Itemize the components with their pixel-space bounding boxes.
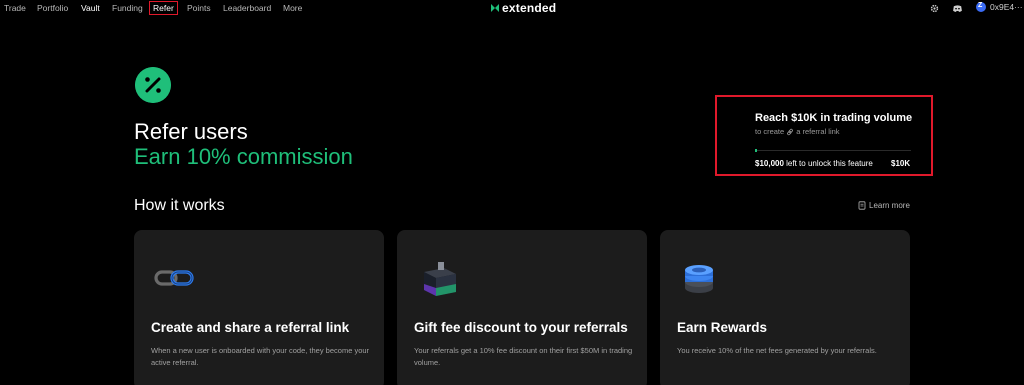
logo-text: extended	[502, 1, 557, 15]
card-title: Gift fee discount to your referrals	[414, 320, 628, 335]
discord-icon[interactable]	[952, 3, 963, 14]
wallet-address: 0x9E4···	[990, 2, 1023, 12]
progress-track	[755, 150, 911, 151]
progress-title: Reach $10K in trading volume	[755, 112, 913, 124]
nav-funding[interactable]: Funding	[112, 3, 143, 13]
card-title: Create and share a referral link	[151, 320, 350, 335]
progress-remaining-text: left to unlock this feature	[786, 159, 873, 168]
progress-target: $10K	[891, 159, 911, 168]
nav-vault[interactable]: Vault	[81, 3, 100, 13]
card-description: You receive 10% of the net fees generate…	[677, 346, 877, 355]
page-title: Refer users	[134, 119, 248, 144]
top-nav: Trade Portfolio Vault Funding Refer Poin…	[0, 0, 1024, 17]
nav-more[interactable]: More	[283, 3, 302, 13]
nav-leaderboard[interactable]: Leaderboard	[223, 3, 271, 13]
step-card-earn-rewards: Earn Rewards You receive 10% of the net …	[660, 230, 910, 385]
learn-more-link[interactable]: Learn more	[858, 201, 910, 210]
progress-subtitle-prefix: to create	[755, 127, 785, 136]
nav-portfolio[interactable]: Portfolio	[37, 3, 68, 13]
page-subtitle: Earn 10% commission	[134, 144, 353, 169]
wallet-avatar	[976, 2, 986, 12]
progress-subtitle: to create a referral link	[755, 127, 840, 136]
nav-points[interactable]: Points	[187, 3, 211, 13]
progress-marker	[755, 149, 757, 152]
wallet-button[interactable]: 0x9E4···	[976, 2, 1023, 12]
logo[interactable]: extended	[491, 1, 556, 15]
document-icon	[858, 201, 866, 210]
progress-subtitle-suffix: a referral link	[796, 127, 840, 136]
step-card-gift-discount: Gift fee discount to your referrals Your…	[397, 230, 647, 385]
progress-remaining-amount: $10,000	[755, 159, 784, 168]
learn-more-label: Learn more	[869, 201, 910, 210]
link-icon	[787, 128, 794, 135]
logo-mark-icon	[491, 4, 499, 12]
settings-gear-icon[interactable]	[929, 3, 940, 14]
volume-progress-card: Reach $10K in trading volume to create a…	[715, 95, 933, 176]
coin-stack-icon	[685, 265, 713, 293]
card-description: When a new user is onboarded with your c…	[151, 346, 370, 367]
card-description: Your referrals get a 10% fee discount on…	[414, 346, 633, 367]
percent-badge-icon	[135, 67, 171, 103]
chain-link-icon	[154, 270, 194, 286]
section-title: How it works	[134, 197, 225, 214]
card-title: Earn Rewards	[677, 320, 768, 335]
progress-remaining: $10,000 left to unlock this feature	[755, 159, 873, 168]
nav-refer[interactable]: Refer	[149, 1, 178, 15]
gift-box-icon	[424, 262, 456, 296]
nav-trade[interactable]: Trade	[4, 3, 26, 13]
step-card-share-link: Create and share a referral link When a …	[134, 230, 384, 385]
